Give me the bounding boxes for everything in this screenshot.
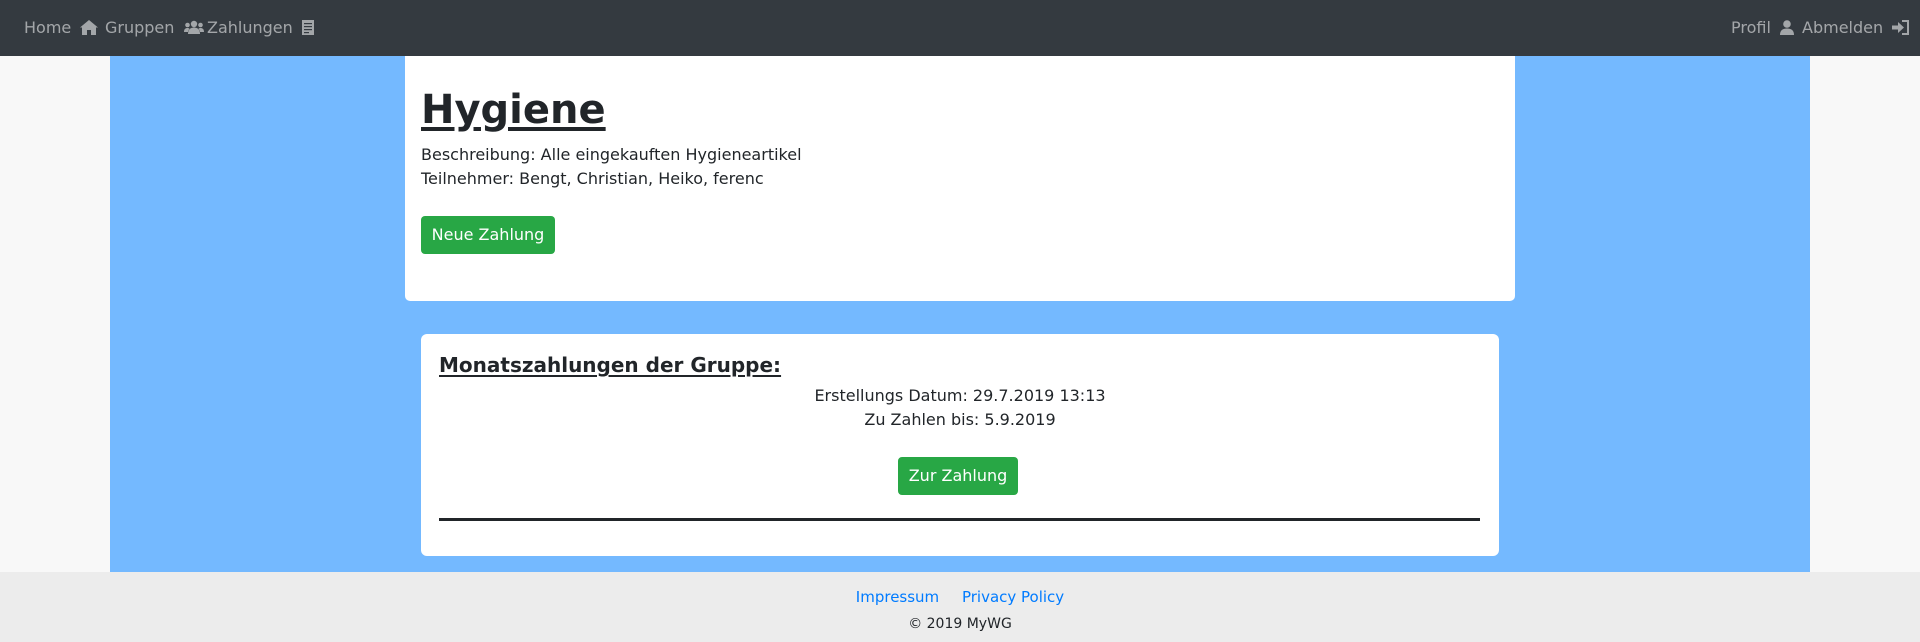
footer-links: Impressum Privacy Policy [0,586,1920,608]
new-payment-button[interactable]: Neue Zahlung [421,216,555,254]
created-date: Erstellungs Datum: 29.7.2019 13:13 [814,386,1106,405]
group-card: Hygiene Beschreibung: Alle eingekauften … [405,56,1515,301]
nav-logout-label: Abmelden [1802,18,1884,37]
monthly-payments-heading: Monatszahlungen der Gruppe: [439,353,782,377]
nav-profile-link[interactable]: Profil [1731,0,1794,56]
nav-home-label: Home [24,18,72,37]
users-icon [183,20,204,34]
top-navbar: Home Gruppen Zahlungen Profil Abmelden [0,0,1920,56]
group-participants: Teilnehmer: Bengt, Christian, Heiko, fer… [421,169,764,188]
due-date: Zu Zahlen bis: 5.9.2019 [864,410,1056,429]
group-title: Hygiene [421,87,606,133]
impressum-link[interactable]: Impressum [856,588,939,606]
user-icon [1780,19,1794,35]
home-icon [80,19,99,35]
privacy-policy-link[interactable]: Privacy Policy [962,588,1064,606]
sign-in-icon [1892,19,1910,35]
nav-profile-label: Profil [1731,18,1771,37]
nav-groups-label: Gruppen [105,18,175,37]
divider [439,518,1480,521]
copyright: © 2019 MyWG [908,616,1012,632]
nav-payments-label: Zahlungen [207,18,293,37]
go-to-payment-button[interactable]: Zur Zahlung [898,457,1018,495]
nav-groups-link[interactable]: Gruppen [105,0,204,56]
nav-home-link[interactable]: Home [24,0,99,56]
nav-payments-link[interactable]: Zahlungen [207,0,314,56]
receipt-icon [301,19,314,35]
nav-logout-link[interactable]: Abmelden [1802,0,1910,56]
group-description: Beschreibung: Alle eingekauften Hygienea… [421,145,802,164]
monthly-payments-card: Monatszahlungen der Gruppe: Erstellungs … [421,334,1499,556]
footer: Impressum Privacy Policy © 2019 MyWG [0,572,1920,642]
